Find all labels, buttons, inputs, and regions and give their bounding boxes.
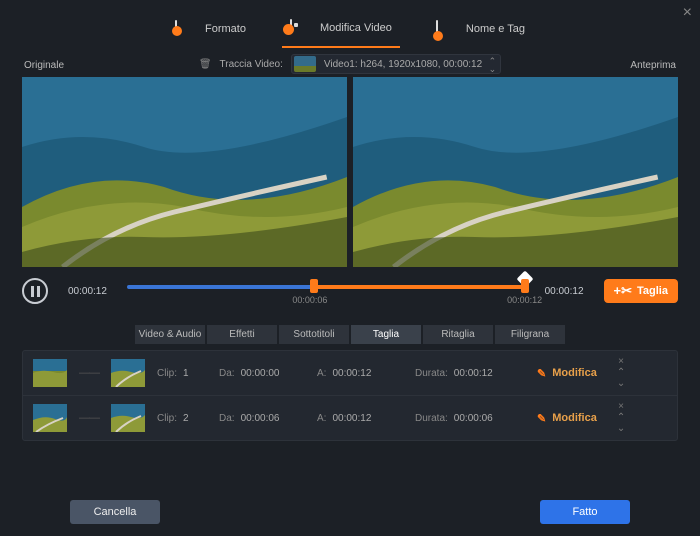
tab-name-tag-label: Nome e Tag <box>466 23 525 35</box>
close-icon[interactable]: × <box>683 4 692 22</box>
tab-format[interactable]: Formato <box>167 14 254 48</box>
trim-start-handle[interactable] <box>310 279 318 293</box>
clip-dur-label: Durata: <box>415 413 448 424</box>
clip-dur-value: 00:00:12 <box>454 368 493 379</box>
subtab-effects[interactable]: Effetti <box>207 325 277 344</box>
time-current: 00:00:12 <box>68 286 107 297</box>
trim-start-time: 00:00:06 <box>292 295 327 305</box>
clip-dur-label: Durata: <box>415 368 448 379</box>
row-close-icon[interactable]: × <box>617 403 625 411</box>
pencil-icon: ✎ <box>537 367 546 380</box>
clip-row[interactable]: —— Clip: 1 Da: 00:00:00 A: 00:00:12 Durata:… <box>23 351 677 396</box>
chevron-updown-icon: ⌃⌄ <box>489 57 497 73</box>
subtab-subtitles[interactable]: Sottotitoli <box>279 325 349 344</box>
clip-thumb-end <box>111 404 145 432</box>
preview-label: Anteprima <box>630 60 676 71</box>
scissors-icon: +✂ <box>614 283 632 299</box>
tab-edit-label: Modifica Video <box>320 22 392 34</box>
file-icon <box>175 20 177 34</box>
clip-from-label: Da: <box>219 413 235 424</box>
pencil-icon: ✎ <box>537 412 546 425</box>
subtab-video-audio[interactable]: Video & Audio <box>135 325 205 344</box>
time-total: 00:00:12 <box>545 286 584 297</box>
pause-icon <box>31 286 40 297</box>
modify-button[interactable]: ✎ Modifica <box>537 367 597 380</box>
clip-dash: —— <box>79 412 99 424</box>
trim-end-handle[interactable] <box>521 279 529 293</box>
tab-format-label: Formato <box>205 23 246 35</box>
play-pause-button[interactable] <box>22 278 48 304</box>
clip-thumb-end <box>111 359 145 387</box>
subtab-cut[interactable]: Taglia <box>351 325 421 344</box>
video-track-select[interactable]: Video1: h264, 1920x1080, 00:00:12 ⌃⌄ <box>291 54 501 74</box>
modify-label: Modifica <box>552 367 597 379</box>
clip-row[interactable]: —— Clip: 2 Da: 00:00:06 A: 00:00:12 Durata:… <box>23 396 677 440</box>
cancel-button[interactable]: Cancella <box>70 500 160 524</box>
cut-button[interactable]: +✂ Taglia <box>604 279 678 303</box>
track-value: Video1: h264, 1920x1080, 00:00:12 <box>324 59 482 70</box>
row-up-icon[interactable]: ⌃ <box>617 414 625 422</box>
video-edit-icon <box>290 19 292 33</box>
clip-list: —— Clip: 1 Da: 00:00:00 A: 00:00:12 Durata:… <box>22 350 678 441</box>
clip-num-value: 2 <box>183 413 189 424</box>
clip-to-value: 00:00:12 <box>332 413 371 424</box>
clip-to-label: A: <box>317 413 326 424</box>
tab-edit-video[interactable]: Modifica Video <box>282 14 400 48</box>
modify-button[interactable]: ✎ Modifica <box>537 412 597 425</box>
cut-button-label: Taglia <box>637 285 668 297</box>
clip-from-value: 00:00:00 <box>241 368 280 379</box>
top-tabs: Formato Modifica Video Nome e Tag <box>0 14 700 48</box>
output-preview <box>353 77 678 267</box>
clip-dur-value: 00:00:06 <box>454 413 493 424</box>
clip-num-value: 1 <box>183 368 189 379</box>
subtab-watermark[interactable]: Filigrana <box>495 325 565 344</box>
clip-dash: —— <box>79 367 99 379</box>
trim-slider[interactable]: 00:00:06 00:00:12 <box>127 277 525 305</box>
clip-thumb-start <box>33 359 67 387</box>
row-up-icon[interactable]: ⌃ <box>617 369 625 377</box>
original-label: Originale <box>24 60 64 71</box>
edit-subtabs: Video & Audio Effetti Sottotitoli Taglia… <box>0 325 700 344</box>
clip-to-value: 00:00:12 <box>332 368 371 379</box>
row-close-icon[interactable]: × <box>617 358 625 366</box>
modify-label: Modifica <box>552 412 597 424</box>
row-down-icon[interactable]: ⌄ <box>617 425 625 433</box>
clip-from-value: 00:00:06 <box>241 413 280 424</box>
tag-icon <box>436 20 438 34</box>
clip-from-label: Da: <box>219 368 235 379</box>
row-down-icon[interactable]: ⌄ <box>617 380 625 388</box>
done-button[interactable]: Fatto <box>540 500 630 524</box>
original-preview <box>22 77 347 267</box>
tab-name-tag[interactable]: Nome e Tag <box>428 14 533 48</box>
trim-end-time: 00:00:12 <box>507 295 542 305</box>
clip-num-label: Clip: <box>157 413 177 424</box>
clip-num-label: Clip: <box>157 368 177 379</box>
clip-thumb-start <box>33 404 67 432</box>
track-thumb-icon <box>294 56 316 72</box>
subtab-crop[interactable]: Ritaglia <box>423 325 493 344</box>
clip-to-label: A: <box>317 368 326 379</box>
